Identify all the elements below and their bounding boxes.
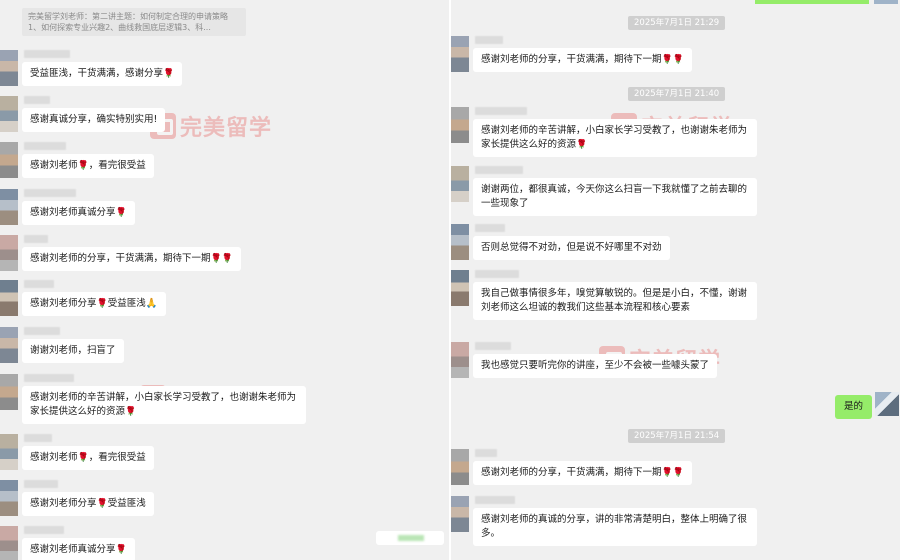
chat-message: 谢谢两位，都很真诚，今天你这么扫盲一下我就懂了之前去聊的一些现象了 [451,166,757,216]
message-bubble[interactable]: 感谢刘老师的分享，干货满满，期待下一期🌹🌹 [473,48,692,72]
message-bubble[interactable]: 感谢刘老师的分享，干货满满，期待下一期🌹🌹 [22,247,241,271]
message-bubble[interactable]: 感谢刘老师🌹，看完很受益 [22,154,154,178]
chat-message: 受益匪浅，干货满满，感谢分享🌹 [0,50,183,86]
chat-message: 否则总觉得不对劲，但是说不好哪里不对劲 [451,224,670,260]
message-bubble[interactable]: 感谢刘老师的分享，干货满满，期待下一期🌹🌹 [473,461,692,485]
watermark-logo: 完美留学 [150,110,272,142]
avatar[interactable] [451,107,469,143]
message-bubble[interactable]: 我也感觉只要听完你的讲座，至少不会被一些噱头蒙了 [473,354,718,378]
avatar[interactable] [0,526,18,560]
message-bubble[interactable]: 感谢刘老师的辛苦讲解，小白家长学习受教了，也谢谢朱老师为家长提供这么好的资源🌹 [473,119,757,157]
avatar[interactable] [0,374,18,410]
avatar[interactable] [0,50,18,86]
sender-name [475,224,505,232]
timestamp: 2025年7月1日 21:54 [628,429,726,443]
timestamp: 2025年7月1日 21:29 [628,16,726,30]
message-bubble[interactable]: 感谢刘老师分享🌹受益匪浅 [22,492,154,516]
sender-name [24,434,52,442]
avatar[interactable] [451,36,469,72]
chat-message: 我自己做事情很多年，嗅觉算敏锐的。但是是小白，不懂，谢谢刘老师这么坦诚的教我们这… [451,270,757,320]
self-message-bubble-partial[interactable] [755,0,869,4]
sender-name [475,107,527,115]
avatar[interactable] [451,342,469,378]
message-bubble[interactable]: 感谢刘老师🌹，看完很受益 [22,446,154,470]
message-bubble[interactable]: 感谢刘老师的真诚的分享，讲的非常清楚明白，整体上明确了很多。 [473,508,757,546]
chat-message: 谢谢刘老师，扫盲了 [0,327,124,363]
sender-name [24,235,48,243]
avatar[interactable] [451,166,469,202]
chat-message: 感谢刘老师的辛苦讲解，小白家长学习受教了，也谢谢朱老师为家长提供这么好的资源🌹 [0,374,306,424]
message-bubble[interactable]: 谢谢刘老师，扫盲了 [22,339,124,363]
message-bubble[interactable]: 感谢刘老师真诚分享🌹 [22,538,135,560]
quoted-message: 完美留学刘老师：第二讲主题：如何制定合理的申请策略1、如何探索专业兴趣2、曲线救… [22,8,246,36]
avatar[interactable] [451,224,469,260]
chat-message: 感谢刘老师🌹，看完很受益 [0,142,154,178]
sender-name [24,50,70,58]
message-bubble[interactable]: 谢谢两位，都很真诚，今天你这么扫盲一下我就懂了之前去聊的一些现象了 [473,178,757,216]
avatar[interactable] [0,280,18,316]
sender-name [24,480,58,488]
self-message-bubble[interactable]: 是的 [835,395,873,419]
avatar[interactable] [0,434,18,470]
sender-name [475,270,519,278]
sender-name [475,449,497,457]
avatar[interactable] [451,270,469,306]
sender-name [24,142,66,150]
chat-message: 感谢刘老师的分享，干货满满，期待下一期🌹🌹 [451,36,692,72]
self-avatar[interactable] [874,0,898,4]
sender-name [475,496,515,504]
message-bubble[interactable]: 感谢刘老师分享🌹受益匪浅🙏 [22,292,166,316]
avatar[interactable] [0,96,18,132]
message-bubble[interactable]: 感谢刘老师的辛苦讲解，小白家长学习受教了，也谢谢朱老师为家长提供这么好的资源🌹 [22,386,306,424]
message-bubble[interactable]: 我自己做事情很多年，嗅觉算敏锐的。但是是小白，不懂，谢谢刘老师这么坦诚的教我们这… [473,282,757,320]
avatar[interactable] [0,142,18,178]
chat-message: 感谢刘老师的辛苦讲解，小白家长学习受教了，也谢谢朱老师为家长提供这么好的资源🌹 [451,107,757,157]
sender-name [24,374,74,382]
self-avatar[interactable] [875,392,899,416]
avatar[interactable] [0,189,18,225]
message-bubble[interactable]: 否则总觉得不对劲，但是说不好哪里不对劲 [473,236,670,260]
sender-name [475,36,503,44]
sender-name [24,327,60,335]
chat-message: 感谢刘老师分享🌹受益匪浅🙏 [0,280,166,316]
chat-message: 感谢刘老师的分享，干货满满，期待下一期🌹🌹 [0,235,241,271]
avatar[interactable] [0,480,18,516]
sender-name [475,342,511,350]
avatar[interactable] [0,327,18,363]
sender-name [24,96,50,104]
avatar[interactable] [451,496,469,532]
message-bubble[interactable]: 感谢真诚分享，确实特别实用! [22,108,166,132]
chat-message: 感谢刘老师分享🌹受益匪浅 [0,480,154,516]
chat-message: 感谢刘老师的分享，干货满满，期待下一期🌹🌹 [451,449,692,485]
sender-name [24,526,64,534]
new-message-indicator[interactable] [376,531,444,545]
chat-pane-left[interactable]: 完美留学刘老师：第二讲主题：如何制定合理的申请策略1、如何探索专业兴趣2、曲线救… [0,0,449,560]
chat-message: 感谢刘老师的真诚的分享，讲的非常清楚明白，整体上明确了很多。 [451,496,757,546]
chat-pane-right[interactable]: 2025年7月1日 21:29 完美留学 完美留学 感谢刘老师的分享，干货满满，… [451,0,900,560]
message-bubble[interactable]: 感谢刘老师真诚分享🌹 [22,201,135,225]
sender-name [24,189,76,197]
message-bubble[interactable]: 受益匪浅，干货满满，感谢分享🌹 [22,62,183,86]
sender-name [475,166,523,174]
chat-message: 感谢真诚分享，确实特别实用! [0,96,166,132]
timestamp: 2025年7月1日 21:40 [628,87,726,101]
chat-message: 感谢刘老师真诚分享🌹 [0,526,135,560]
chat-message: 我也感觉只要听完你的讲座，至少不会被一些噱头蒙了 [451,342,718,378]
sender-name [24,280,54,288]
chat-message: 感谢刘老师🌹，看完很受益 [0,434,154,470]
chat-message: 感谢刘老师真诚分享🌹 [0,189,135,225]
avatar[interactable] [0,235,18,271]
avatar[interactable] [451,449,469,485]
